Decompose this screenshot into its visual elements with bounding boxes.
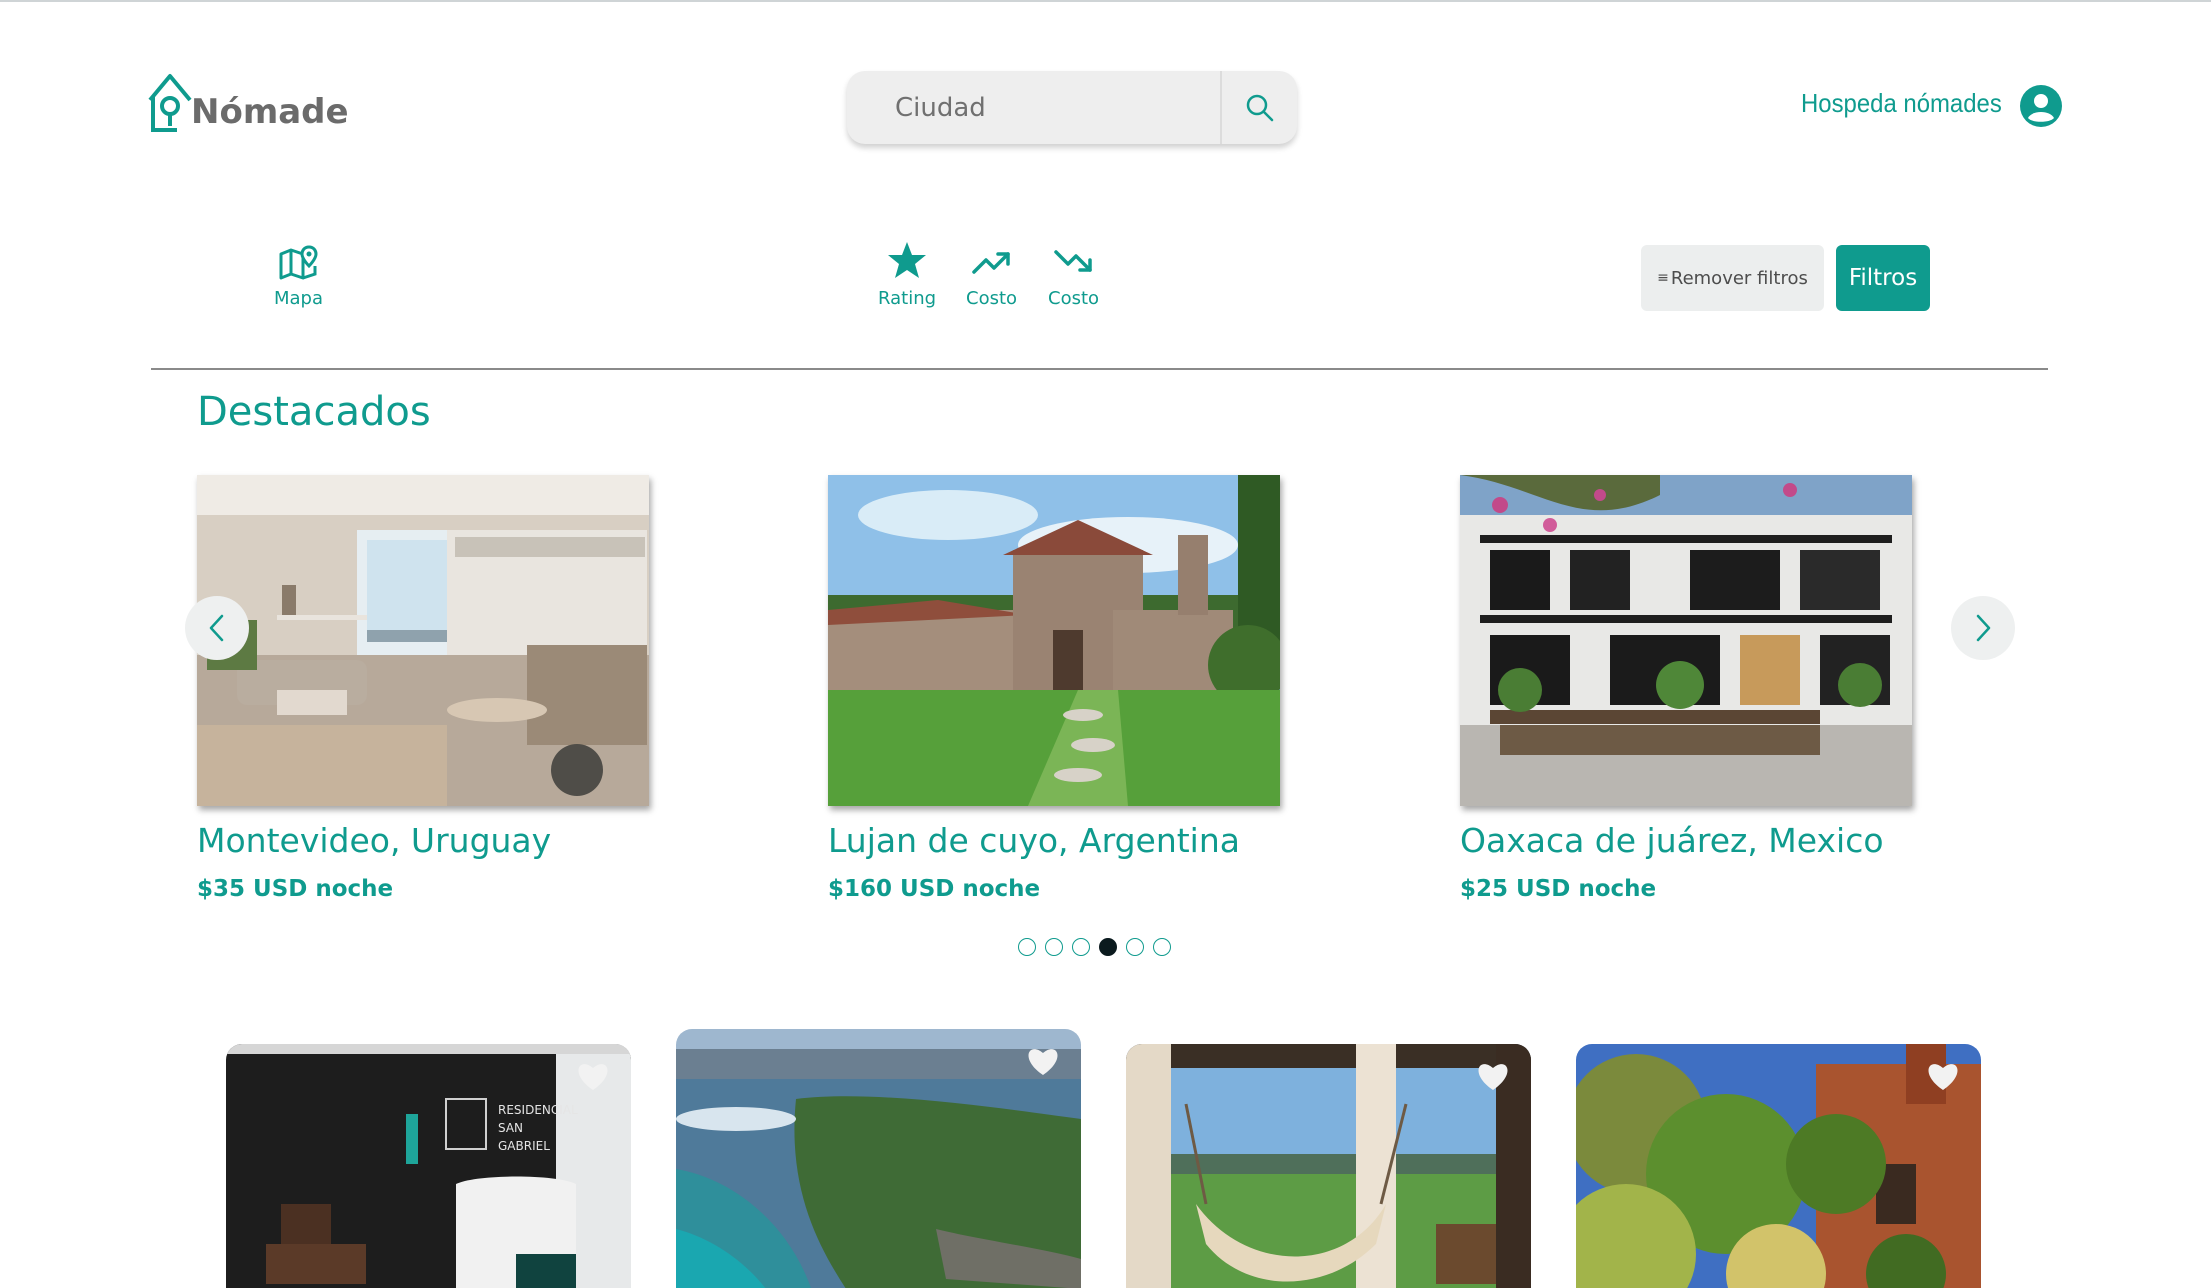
rating-label: Rating <box>878 288 937 309</box>
logo-text: Nómade <box>191 92 349 132</box>
filter-clear-icon: ≡ <box>1657 270 1669 286</box>
star-icon <box>888 242 927 278</box>
remove-filters-label: Remover filtros <box>1670 267 1808 289</box>
search-bar <box>847 71 1297 144</box>
sort-cost-desc-button[interactable]: Costo <box>1048 244 1099 309</box>
chevron-right-icon <box>1976 614 1991 642</box>
favorite-heart-icon[interactable] <box>1025 1045 1061 1077</box>
listing-card[interactable] <box>1126 1044 1531 1288</box>
featured-card-image <box>197 475 649 806</box>
search-icon <box>1246 94 1273 121</box>
carousel-prev-button[interactable] <box>185 596 249 660</box>
host-nomads-link[interactable]: Hospeda nómades <box>1801 88 2002 119</box>
map-label: Mapa <box>274 288 324 309</box>
search-button[interactable] <box>1222 71 1297 144</box>
user-icon <box>2020 85 2062 127</box>
favorite-heart-icon[interactable] <box>1925 1060 1961 1092</box>
featured-card-title: Lujan de cuyo, Argentina <box>828 821 1240 860</box>
svg-text:GABRIEL: GABRIEL <box>498 1139 550 1153</box>
filters-label: Filtros <box>1848 265 1918 291</box>
map-toggle[interactable]: Mapa <box>274 244 323 309</box>
carousel-dot[interactable] <box>1072 938 1090 956</box>
remove-filters-button[interactable]: ≡ Remover filtros <box>1641 245 1824 311</box>
chevron-left-icon <box>209 614 224 642</box>
listing-card[interactable]: RESIDENCIAL SAN GABRIEL <box>226 1044 631 1288</box>
favorite-heart-icon[interactable] <box>575 1060 611 1092</box>
sort-cost-asc-button[interactable]: Costo <box>966 244 1017 309</box>
logo[interactable]: Nómade <box>147 72 349 136</box>
top-border <box>0 0 2211 2</box>
carousel-dot[interactable] <box>1018 938 1036 956</box>
carousel-dot[interactable] <box>1126 938 1144 956</box>
featured-card-title: Montevideo, Uruguay <box>197 821 552 860</box>
featured-card-image <box>1460 475 1912 806</box>
carousel-dot[interactable] <box>1153 938 1171 956</box>
svg-text:SAN: SAN <box>498 1121 523 1135</box>
featured-card[interactable]: Montevideo, Uruguay $35 USD noche <box>197 475 649 902</box>
listing-card-image: RESIDENCIAL SAN GABRIEL <box>226 1044 631 1288</box>
featured-card-image <box>828 475 1280 806</box>
carousel-dot[interactable] <box>1099 938 1117 956</box>
carousel-next-button[interactable] <box>1951 596 2015 660</box>
featured-card[interactable]: Oaxaca de juárez, Mexico $25 USD noche <box>1460 475 1912 902</box>
listing-card-image <box>1126 1044 1531 1288</box>
trending-up-icon <box>971 252 1010 274</box>
featured-card-price: $35 USD noche <box>197 876 394 902</box>
carousel-dots <box>1018 938 1171 956</box>
svg-text:RESIDENCIAL: RESIDENCIAL <box>498 1103 578 1117</box>
listing-card-image <box>676 1029 1081 1288</box>
sort-rating-button[interactable]: Rating <box>878 240 936 309</box>
trending-down-icon <box>1053 250 1092 272</box>
filters-button[interactable]: Filtros <box>1836 245 1930 311</box>
city-search-input[interactable] <box>847 71 1220 144</box>
carousel-dot[interactable] <box>1045 938 1063 956</box>
featured-title: Destacados <box>197 389 431 435</box>
listing-card[interactable] <box>676 1029 1081 1288</box>
user-avatar[interactable] <box>2020 85 2062 127</box>
featured-card-price: $160 USD noche <box>828 876 1041 902</box>
listing-card[interactable] <box>1576 1044 1981 1288</box>
cost-desc-label: Costo <box>1048 288 1100 309</box>
featured-card-price: $25 USD noche <box>1460 876 1657 902</box>
listing-card-image <box>1576 1044 1981 1288</box>
featured-card-title: Oaxaca de juárez, Mexico <box>1460 821 1884 860</box>
map-pin-icon <box>279 245 318 280</box>
home-pin-icon <box>148 74 192 132</box>
cost-asc-label: Costo <box>966 288 1018 309</box>
section-divider <box>151 368 2048 370</box>
featured-card[interactable]: Lujan de cuyo, Argentina $160 USD noche <box>828 475 1280 902</box>
favorite-heart-icon[interactable] <box>1475 1060 1511 1092</box>
